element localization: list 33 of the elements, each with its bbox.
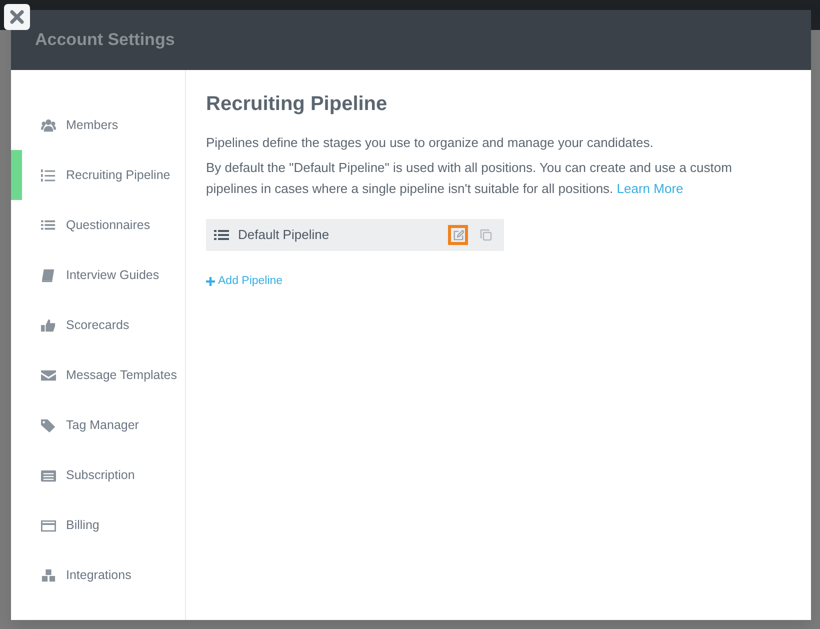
sidebar-item[interactable]: Interview Guides [11,250,185,300]
close-icon [9,9,25,25]
numbered-list-icon [41,168,56,182]
credit-card-icon [41,518,56,532]
intro-text: Pipelines define the stages you use to organize and manage your candidates. [206,134,654,152]
plus-icon [206,277,215,286]
dialog-title: Account Settings [35,30,175,50]
edit-icon [452,230,464,240]
sidebar-item[interactable]: Tag Manager [11,400,185,450]
add-pipeline-link[interactable]: Add Pipeline [206,273,283,290]
copy-icon [480,229,492,241]
page-heading: Recruiting Pipeline [206,92,388,116]
sidebar-item[interactable]: Recruiting Pipeline [11,150,185,200]
list-icon [41,218,56,232]
sidebar-item[interactable]: Members [11,100,185,150]
edit-button[interactable] [448,225,468,245]
learn-more-link[interactable]: Learn More [616,181,684,196]
sidebar-item[interactable]: Message Templates [11,350,185,400]
tag-icon [41,418,56,432]
sidebar-item[interactable]: Integrations [11,550,185,600]
sidebar-item[interactable]: Questionnaires [11,200,185,250]
close-button[interactable] [4,4,30,30]
cubes-icon [41,568,56,582]
thumbs-up-icon [41,318,56,332]
envelope-icon [41,368,56,382]
description-text: By default the "Default Pipeline" is used with all positions. You can create and use a custom pipelines in cases where a single pipeline isn't suitable for all positions. Learn More [206,159,733,198]
list-card-icon [41,468,56,482]
sidebar-item[interactable]: Billing [11,500,185,550]
sidebar-item[interactable]: Subscription [11,450,185,500]
pipeline-name: Default Pipeline [238,226,330,244]
users-icon [41,118,56,132]
list-icon [214,228,230,242]
sidebar-item[interactable]: Scorecards [11,300,185,350]
